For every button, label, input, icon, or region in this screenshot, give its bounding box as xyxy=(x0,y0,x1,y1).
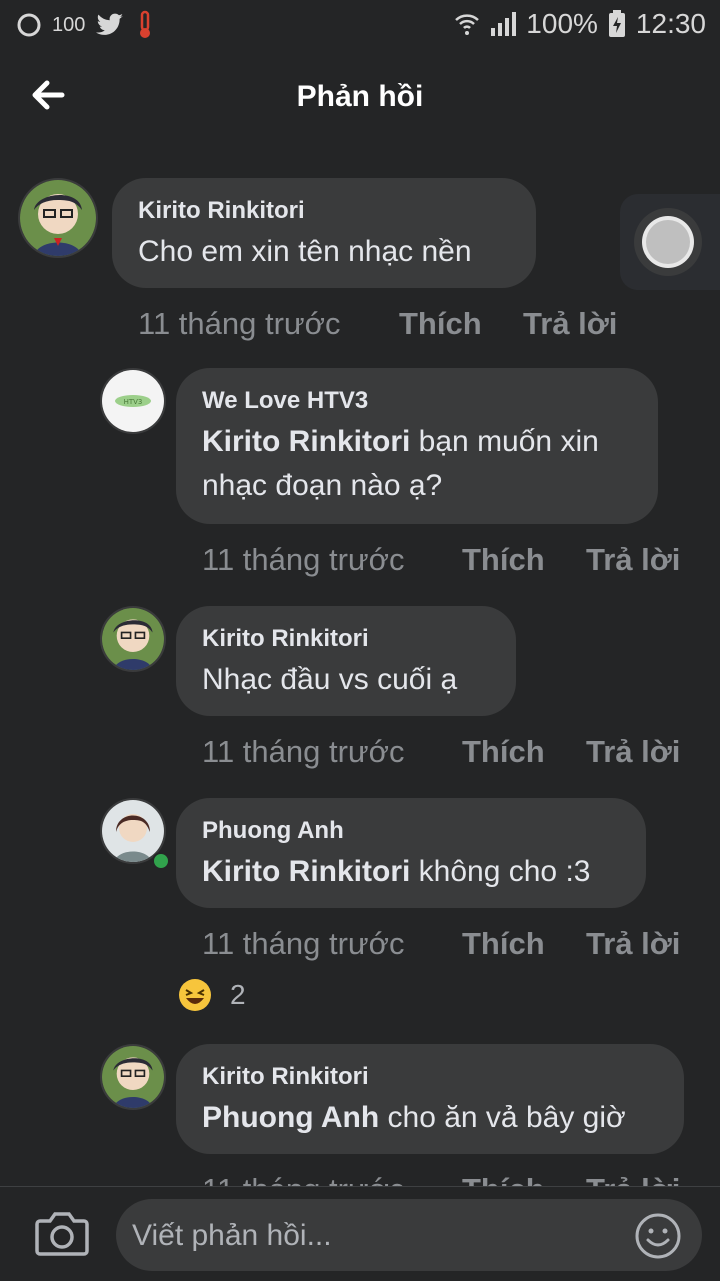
reaction-summary[interactable]: 2 xyxy=(178,978,246,1012)
like-button[interactable]: Thích xyxy=(462,542,545,578)
avatar[interactable] xyxy=(100,606,166,672)
app-bar: Phản hồi xyxy=(0,50,720,146)
comment-author[interactable]: Phuong Anh xyxy=(202,816,620,846)
avatar[interactable] xyxy=(100,1044,166,1110)
comment-bubble[interactable]: Kirito Rinkitori Nhạc đầu vs cuối ạ xyxy=(176,606,516,716)
comment-time: 11 tháng trước xyxy=(202,542,405,577)
circle-icon xyxy=(17,13,41,37)
like-button[interactable]: Thích xyxy=(462,734,545,770)
reply-button[interactable]: Trả lời xyxy=(586,542,680,578)
reply-button[interactable]: Trả lời xyxy=(523,306,617,342)
avatar-page-logo-icon: HTV3 xyxy=(102,370,164,432)
avatar-anime-boy-icon xyxy=(20,180,96,256)
comment-meta: 11 tháng trước Thích Trả lời xyxy=(202,734,702,774)
thermometer-icon xyxy=(140,10,151,38)
twitter-icon xyxy=(96,13,124,35)
comment-author[interactable]: Kirito Rinkitori xyxy=(202,1062,658,1092)
comment-item: Kirito Rinkitori Cho em xin tên nhạc nền… xyxy=(0,146,720,346)
comment-item: Kirito Rinkitori Phuong Anh cho ăn vả bâ… xyxy=(0,1044,720,1186)
comment-time: 11 tháng trước xyxy=(202,926,405,961)
battery-small-text: 100 xyxy=(52,13,86,36)
comment-text-body: cho ăn vả bây giờ xyxy=(379,1101,626,1134)
comment-meta: 11 tháng trước Thích Trả lời xyxy=(202,542,702,582)
online-status-dot xyxy=(152,852,170,870)
like-button[interactable]: Thích xyxy=(462,1172,545,1186)
comment-text-body: không cho :3 xyxy=(410,855,591,888)
signal-icon xyxy=(491,12,517,36)
reply-button[interactable]: Trả lời xyxy=(586,734,680,770)
avatar-anime-boy-icon xyxy=(102,1046,164,1108)
comment-bubble[interactable]: Kirito Rinkitori Cho em xin tên nhạc nền xyxy=(112,178,536,288)
comment-thread: Kirito Rinkitori Cho em xin tên nhạc nền… xyxy=(0,146,720,1186)
comment-author[interactable]: Kirito Rinkitori xyxy=(138,196,510,226)
comment-text: Cho em xin tên nhạc nền xyxy=(138,235,472,268)
comment-author[interactable]: We Love HTV3 xyxy=(202,386,632,416)
svg-text:HTV3: HTV3 xyxy=(124,398,143,406)
reply-input[interactable] xyxy=(130,1199,624,1273)
laughing-emoji-icon xyxy=(179,979,211,1011)
comment-item: Phuong Anh Kirito Rinkitori không cho :3… xyxy=(0,798,720,1028)
avatar[interactable]: HTV3 xyxy=(100,368,166,434)
comment-text: Kirito Rinkitori bạn muốn xin nhạc đoạn … xyxy=(202,420,632,508)
battery-percent: 100% xyxy=(526,8,598,39)
mention[interactable]: Phuong Anh xyxy=(202,1101,379,1134)
like-button[interactable]: Thích xyxy=(399,306,482,342)
emoji-button[interactable] xyxy=(634,1212,682,1260)
comment-author[interactable]: Kirito Rinkitori xyxy=(202,624,490,654)
comment-text: Kirito Rinkitori không cho :3 xyxy=(202,850,620,894)
mention[interactable]: Kirito Rinkitori xyxy=(202,425,410,458)
camera-button[interactable] xyxy=(34,1209,90,1259)
battery-charging-icon xyxy=(608,10,625,37)
comment-text: Phuong Anh cho ăn vả bây giờ xyxy=(202,1096,658,1140)
like-button[interactable]: Thích xyxy=(462,926,545,962)
page-title: Phản hồi xyxy=(296,80,424,113)
wifi-icon xyxy=(455,14,480,35)
mention[interactable]: Kirito Rinkitori xyxy=(202,855,410,888)
reply-composer xyxy=(0,1186,720,1281)
avatar-anime-girl-icon xyxy=(102,800,164,862)
avatar[interactable] xyxy=(18,178,98,258)
comment-meta: 11 tháng trước Thích Trả lời xyxy=(202,1172,702,1186)
comment-bubble[interactable]: Kirito Rinkitori Phuong Anh cho ăn vả bâ… xyxy=(176,1044,684,1154)
reply-button[interactable]: Trả lời xyxy=(586,926,680,962)
status-bar: 100 100% 12:30 xyxy=(0,0,720,50)
comment-time: 11 tháng trước xyxy=(202,1172,405,1186)
comment-meta: 11 tháng trước Thích Trả lời xyxy=(138,306,698,346)
reply-input-container xyxy=(116,1199,702,1273)
comment-item: Kirito Rinkitori Nhạc đầu vs cuối ạ 11 t… xyxy=(0,606,720,776)
camera-icon xyxy=(35,1212,89,1256)
clock: 12:30 xyxy=(635,8,706,39)
comment-time: 11 tháng trước xyxy=(138,306,341,341)
comment-text: Nhạc đầu vs cuối ạ xyxy=(202,663,458,696)
comment-item: HTV3 We Love HTV3 Kirito Rinkitori bạn m… xyxy=(0,368,720,580)
comment-meta: 11 tháng trước Thích Trả lời xyxy=(202,926,702,966)
smiley-icon xyxy=(635,1213,681,1259)
comment-bubble[interactable]: Phuong Anh Kirito Rinkitori không cho :3 xyxy=(176,798,646,908)
status-right: 100% 12:30 xyxy=(454,8,706,40)
avatar-anime-boy-icon xyxy=(102,608,164,670)
reply-button[interactable]: Trả lời xyxy=(586,1172,680,1186)
comment-bubble[interactable]: We Love HTV3 Kirito Rinkitori bạn muốn x… xyxy=(176,368,658,524)
reaction-count: 2 xyxy=(230,979,246,1010)
status-left: 100 xyxy=(16,10,155,40)
comment-time: 11 tháng trước xyxy=(202,734,405,769)
